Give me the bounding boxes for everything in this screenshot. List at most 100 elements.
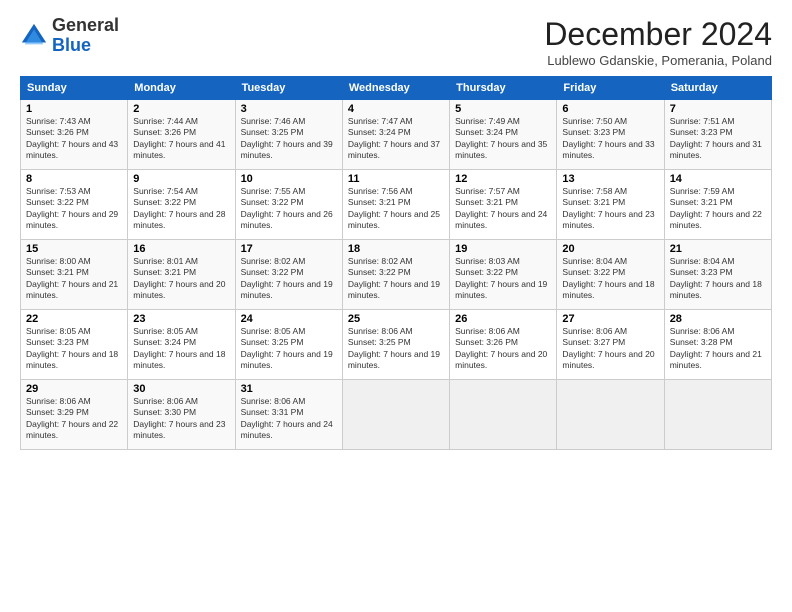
day-info: Sunrise: 7:54 AM Sunset: 3:22 PM Dayligh… [133,186,229,232]
title-block: December 2024 Lublewo Gdanskie, Pomerani… [544,16,772,68]
cell-w1-d4: 12Sunrise: 7:57 AM Sunset: 3:21 PM Dayli… [450,170,557,240]
day-number: 15 [26,243,122,255]
day-info: Sunrise: 8:04 AM Sunset: 3:22 PM Dayligh… [562,256,658,302]
cell-w2-d2: 17Sunrise: 8:02 AM Sunset: 3:22 PM Dayli… [235,240,342,310]
day-number: 31 [241,383,337,395]
cell-w1-d5: 13Sunrise: 7:58 AM Sunset: 3:21 PM Dayli… [557,170,664,240]
cell-w0-d4: 5Sunrise: 7:49 AM Sunset: 3:24 PM Daylig… [450,100,557,170]
day-info: Sunrise: 8:04 AM Sunset: 3:23 PM Dayligh… [670,256,766,302]
cell-w2-d6: 21Sunrise: 8:04 AM Sunset: 3:23 PM Dayli… [664,240,771,310]
day-info: Sunrise: 8:06 AM Sunset: 3:30 PM Dayligh… [133,396,229,442]
cell-w1-d0: 8Sunrise: 7:53 AM Sunset: 3:22 PM Daylig… [21,170,128,240]
day-info: Sunrise: 8:06 AM Sunset: 3:26 PM Dayligh… [455,326,551,372]
calendar-table: Sunday Monday Tuesday Wednesday Thursday… [20,76,772,450]
day-info: Sunrise: 8:02 AM Sunset: 3:22 PM Dayligh… [241,256,337,302]
cell-w2-d1: 16Sunrise: 8:01 AM Sunset: 3:21 PM Dayli… [128,240,235,310]
day-info: Sunrise: 7:46 AM Sunset: 3:25 PM Dayligh… [241,116,337,162]
col-wednesday: Wednesday [342,77,449,100]
week-row-1: 8Sunrise: 7:53 AM Sunset: 3:22 PM Daylig… [21,170,772,240]
day-number: 24 [241,313,337,325]
day-number: 11 [348,173,444,185]
day-info: Sunrise: 8:06 AM Sunset: 3:28 PM Dayligh… [670,326,766,372]
day-number: 9 [133,173,229,185]
day-info: Sunrise: 8:06 AM Sunset: 3:27 PM Dayligh… [562,326,658,372]
logo-icon [20,22,48,50]
week-row-4: 29Sunrise: 8:06 AM Sunset: 3:29 PM Dayli… [21,380,772,450]
day-info: Sunrise: 8:05 AM Sunset: 3:24 PM Dayligh… [133,326,229,372]
day-number: 8 [26,173,122,185]
day-number: 14 [670,173,766,185]
day-info: Sunrise: 8:02 AM Sunset: 3:22 PM Dayligh… [348,256,444,302]
day-info: Sunrise: 7:53 AM Sunset: 3:22 PM Dayligh… [26,186,122,232]
col-sunday: Sunday [21,77,128,100]
day-info: Sunrise: 8:06 AM Sunset: 3:25 PM Dayligh… [348,326,444,372]
day-number: 28 [670,313,766,325]
day-info: Sunrise: 7:59 AM Sunset: 3:21 PM Dayligh… [670,186,766,232]
cell-w1-d3: 11Sunrise: 7:56 AM Sunset: 3:21 PM Dayli… [342,170,449,240]
cell-w2-d0: 15Sunrise: 8:00 AM Sunset: 3:21 PM Dayli… [21,240,128,310]
cell-w0-d0: 1Sunrise: 7:43 AM Sunset: 3:26 PM Daylig… [21,100,128,170]
column-headers: Sunday Monday Tuesday Wednesday Thursday… [21,77,772,100]
cell-w1-d6: 14Sunrise: 7:59 AM Sunset: 3:21 PM Dayli… [664,170,771,240]
cell-w4-d5 [557,380,664,450]
day-number: 27 [562,313,658,325]
col-monday: Monday [128,77,235,100]
cell-w4-d6 [664,380,771,450]
day-number: 10 [241,173,337,185]
cell-w1-d1: 9Sunrise: 7:54 AM Sunset: 3:22 PM Daylig… [128,170,235,240]
day-info: Sunrise: 7:51 AM Sunset: 3:23 PM Dayligh… [670,116,766,162]
col-tuesday: Tuesday [235,77,342,100]
cell-w3-d4: 26Sunrise: 8:06 AM Sunset: 3:26 PM Dayli… [450,310,557,380]
day-number: 19 [455,243,551,255]
day-info: Sunrise: 7:49 AM Sunset: 3:24 PM Dayligh… [455,116,551,162]
cell-w2-d3: 18Sunrise: 8:02 AM Sunset: 3:22 PM Dayli… [342,240,449,310]
col-thursday: Thursday [450,77,557,100]
cell-w4-d1: 30Sunrise: 8:06 AM Sunset: 3:30 PM Dayli… [128,380,235,450]
day-info: Sunrise: 7:47 AM Sunset: 3:24 PM Dayligh… [348,116,444,162]
header: General Blue December 2024 Lublewo Gdans… [20,16,772,68]
day-info: Sunrise: 7:50 AM Sunset: 3:23 PM Dayligh… [562,116,658,162]
day-info: Sunrise: 7:58 AM Sunset: 3:21 PM Dayligh… [562,186,658,232]
day-info: Sunrise: 8:03 AM Sunset: 3:22 PM Dayligh… [455,256,551,302]
cell-w3-d0: 22Sunrise: 8:05 AM Sunset: 3:23 PM Dayli… [21,310,128,380]
cell-w0-d1: 2Sunrise: 7:44 AM Sunset: 3:26 PM Daylig… [128,100,235,170]
week-row-2: 15Sunrise: 8:00 AM Sunset: 3:21 PM Dayli… [21,240,772,310]
cell-w2-d4: 19Sunrise: 8:03 AM Sunset: 3:22 PM Dayli… [450,240,557,310]
day-number: 18 [348,243,444,255]
cell-w1-d2: 10Sunrise: 7:55 AM Sunset: 3:22 PM Dayli… [235,170,342,240]
week-row-0: 1Sunrise: 7:43 AM Sunset: 3:26 PM Daylig… [21,100,772,170]
cell-w3-d3: 25Sunrise: 8:06 AM Sunset: 3:25 PM Dayli… [342,310,449,380]
day-info: Sunrise: 8:05 AM Sunset: 3:23 PM Dayligh… [26,326,122,372]
day-number: 1 [26,103,122,115]
day-info: Sunrise: 8:01 AM Sunset: 3:21 PM Dayligh… [133,256,229,302]
cell-w3-d5: 27Sunrise: 8:06 AM Sunset: 3:27 PM Dayli… [557,310,664,380]
logo-blue-text: Blue [52,35,91,55]
cell-w2-d5: 20Sunrise: 8:04 AM Sunset: 3:22 PM Dayli… [557,240,664,310]
day-number: 29 [26,383,122,395]
col-friday: Friday [557,77,664,100]
day-number: 22 [26,313,122,325]
location: Lublewo Gdanskie, Pomerania, Poland [544,53,772,68]
day-info: Sunrise: 7:57 AM Sunset: 3:21 PM Dayligh… [455,186,551,232]
cell-w4-d2: 31Sunrise: 8:06 AM Sunset: 3:31 PM Dayli… [235,380,342,450]
col-saturday: Saturday [664,77,771,100]
day-number: 3 [241,103,337,115]
cell-w0-d2: 3Sunrise: 7:46 AM Sunset: 3:25 PM Daylig… [235,100,342,170]
day-number: 6 [562,103,658,115]
day-number: 13 [562,173,658,185]
day-info: Sunrise: 7:56 AM Sunset: 3:21 PM Dayligh… [348,186,444,232]
week-row-3: 22Sunrise: 8:05 AM Sunset: 3:23 PM Dayli… [21,310,772,380]
day-info: Sunrise: 8:00 AM Sunset: 3:21 PM Dayligh… [26,256,122,302]
day-number: 20 [562,243,658,255]
cell-w0-d3: 4Sunrise: 7:47 AM Sunset: 3:24 PM Daylig… [342,100,449,170]
day-number: 21 [670,243,766,255]
cell-w3-d1: 23Sunrise: 8:05 AM Sunset: 3:24 PM Dayli… [128,310,235,380]
day-number: 23 [133,313,229,325]
day-number: 5 [455,103,551,115]
day-number: 2 [133,103,229,115]
day-info: Sunrise: 8:06 AM Sunset: 3:29 PM Dayligh… [26,396,122,442]
day-number: 26 [455,313,551,325]
day-number: 17 [241,243,337,255]
cell-w0-d5: 6Sunrise: 7:50 AM Sunset: 3:23 PM Daylig… [557,100,664,170]
day-info: Sunrise: 8:06 AM Sunset: 3:31 PM Dayligh… [241,396,337,442]
